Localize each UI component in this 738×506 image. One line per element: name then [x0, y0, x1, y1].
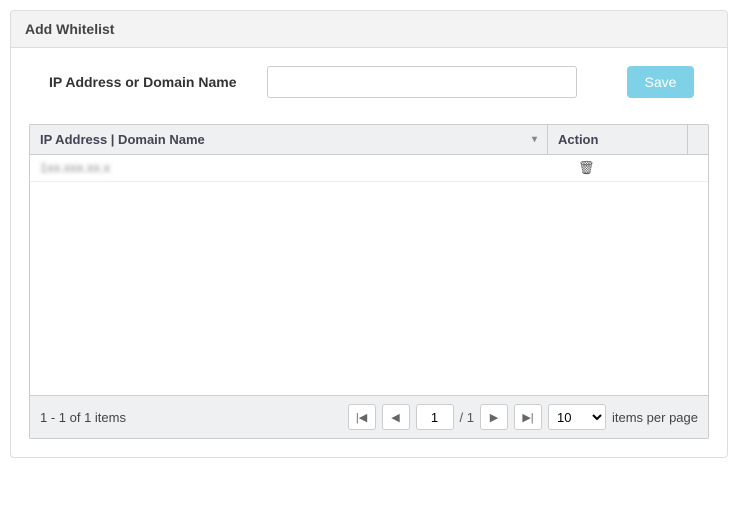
- last-page-button[interactable]: ▶|: [514, 404, 542, 430]
- total-pages-value: 1: [467, 410, 474, 425]
- last-page-icon: ▶|: [522, 411, 533, 424]
- scroll-gutter: [688, 125, 708, 154]
- column-header-ip-label: IP Address | Domain Name: [40, 132, 205, 147]
- column-header-ip[interactable]: IP Address | Domain Name ▾: [30, 125, 548, 154]
- prev-page-button[interactable]: ◀: [382, 404, 410, 430]
- first-page-icon: |◀: [356, 411, 367, 424]
- total-pages-label: / 1: [460, 410, 474, 425]
- whitelist-form-row: IP Address or Domain Name Save: [29, 66, 709, 98]
- whitelist-grid: IP Address | Domain Name ▾ Action 1xx.xx…: [29, 124, 709, 439]
- page-size-select[interactable]: 10: [548, 404, 606, 430]
- per-page-label: items per page: [612, 410, 698, 425]
- column-header-action[interactable]: Action: [548, 125, 688, 154]
- cell-action: 🗑: [568, 155, 708, 181]
- next-page-button[interactable]: ▶: [480, 404, 508, 430]
- chevron-left-icon: ◀: [391, 411, 399, 424]
- current-page-input[interactable]: [416, 404, 454, 430]
- chevron-down-icon: ▾: [532, 134, 537, 145]
- cell-ip: 1xx.xxx.xx.x: [30, 155, 568, 181]
- ip-domain-label: IP Address or Domain Name: [49, 74, 237, 90]
- add-whitelist-panel: Add Whitelist IP Address or Domain Name …: [10, 10, 728, 458]
- panel-body: IP Address or Domain Name Save IP Addres…: [11, 48, 727, 457]
- pager-summary: 1 - 1 of 1 items: [40, 410, 126, 425]
- panel-title: Add Whitelist: [11, 11, 727, 48]
- chevron-right-icon: ▶: [490, 411, 498, 424]
- column-header-action-label: Action: [558, 132, 598, 147]
- pager: |◀ ◀ / 1 ▶ ▶| 10 items: [348, 404, 698, 430]
- trash-icon[interactable]: 🗑: [578, 160, 595, 175]
- ip-domain-input[interactable]: [267, 66, 577, 98]
- grid-body[interactable]: 1xx.xxx.xx.x 🗑: [30, 155, 708, 395]
- table-row: 1xx.xxx.xx.x 🗑: [30, 155, 708, 182]
- save-button[interactable]: Save: [627, 66, 695, 98]
- grid-header: IP Address | Domain Name ▾ Action: [30, 125, 708, 155]
- grid-footer: 1 - 1 of 1 items |◀ ◀ / 1 ▶ ▶|: [30, 395, 708, 438]
- first-page-button[interactable]: |◀: [348, 404, 376, 430]
